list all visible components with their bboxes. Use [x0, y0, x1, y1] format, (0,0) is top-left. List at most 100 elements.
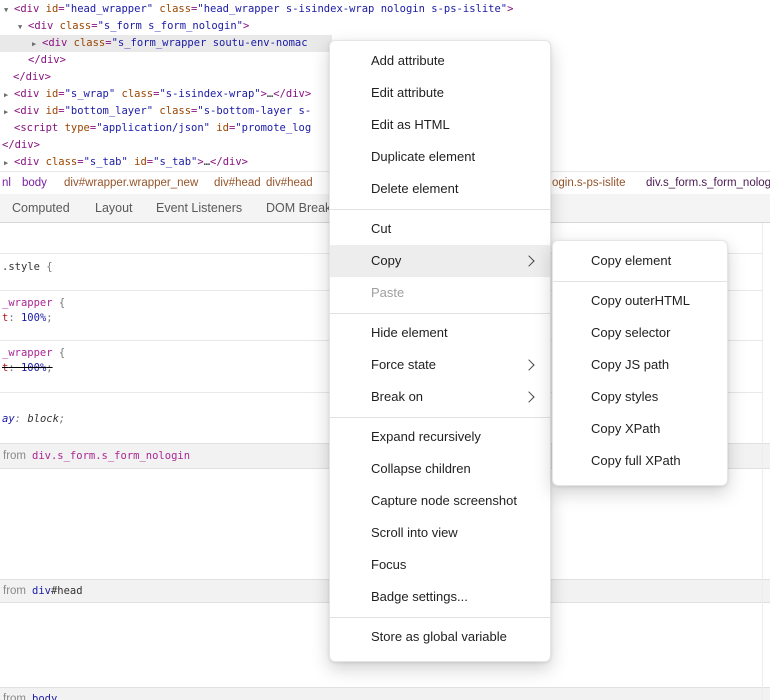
menu-item-paste[interactable]: Paste [330, 277, 550, 309]
menu-item-label: Copy XPath [591, 421, 660, 436]
node-markup: <div id="bottom_layer" class="s-bottom-l… [14, 103, 311, 120]
menu-item-break-on[interactable]: Break on [330, 381, 550, 413]
styles-pane-scroll-gutter[interactable] [762, 223, 763, 700]
menu-item-expand-recursively[interactable]: Expand recursively [330, 421, 550, 453]
menu-item-edit-attribute[interactable]: Edit attribute [330, 77, 550, 109]
menu-item-edit-as-html[interactable]: Edit as HTML [330, 109, 550, 141]
menu-item-badge-settings[interactable]: Badge settings... [330, 581, 550, 613]
t-text: </div> [210, 156, 248, 168]
css-rule-line[interactable]: _wrapper { [2, 346, 65, 361]
v-text: "s-isindex-wrap" [159, 88, 260, 100]
css-rule-line[interactable]: .style { [2, 260, 53, 275]
menu-item-label: Collapse children [371, 461, 471, 476]
menu-item-cut[interactable]: Cut [330, 213, 550, 245]
v-text: "s-bottom-layer s- [197, 105, 311, 117]
t-text: <div [14, 3, 39, 15]
a-text: class [153, 105, 191, 117]
menu-item-delete-element[interactable]: Delete element [330, 173, 550, 205]
t-text: </div> [273, 88, 311, 100]
breadcrumb-item-div-head[interactable]: div#head [266, 172, 313, 194]
v-text: "promote_log [235, 122, 311, 134]
dom-tree-row[interactable]: ▼<div class="s_form s_form_nologin"> [0, 18, 770, 35]
menu-item-label: Copy outerHTML [591, 293, 690, 308]
menu-item-capture-node-screenshot[interactable]: Capture node screenshot [330, 485, 550, 517]
plain-text: ; [59, 413, 65, 425]
menu-item-collapse-children[interactable]: Collapse children [330, 453, 550, 485]
plain-text: { [53, 297, 66, 309]
plain-text: : [15, 413, 28, 425]
menu-item-label: Store as global variable [371, 629, 507, 644]
v-text: "s_tab" [153, 156, 197, 168]
v-text: "head_wrapper s-isindex-wrap nologin s-p… [197, 3, 507, 15]
menu-item-label: Add attribute [371, 53, 445, 68]
t-text: </div> [2, 139, 40, 151]
breadcrumb-item-ogin-s-ps-islite[interactable]: ogin.s-ps-islite [552, 172, 626, 194]
expand-arrow-right-icon[interactable]: ▶ [4, 104, 8, 121]
menu-item-label: Duplicate element [371, 149, 475, 164]
expand-arrow-right-icon[interactable]: ▶ [4, 155, 8, 172]
tab-computed[interactable]: Computed [12, 194, 70, 222]
breadcrumb-item-body[interactable]: body [22, 172, 47, 194]
css-rule-line[interactable]: t: 100%; [2, 311, 53, 326]
menu-item-copy-selector[interactable]: Copy selector [553, 317, 727, 349]
menu-separator [553, 277, 727, 285]
breadcrumb-item-div-wrapper-wrapper-new[interactable]: div#wrapper.wrapper_new [64, 172, 198, 194]
menu-separator [330, 309, 550, 317]
menu-item-label: Hide element [371, 325, 448, 340]
menu-item-copy[interactable]: Copy [330, 245, 550, 277]
breadcrumb-item-div-s-form-s-form-nolog[interactable]: div.s_form.s_form_nolog [646, 172, 770, 194]
sel_pink-text: _wrapper [2, 347, 53, 359]
v-text: "head_wrapper" [65, 3, 154, 15]
menu-item-label: Badge settings... [371, 589, 468, 604]
inherited-from-node-link[interactable]: div#head [32, 585, 83, 597]
val_navy-text: div [32, 585, 51, 597]
copy-submenu: Copy element Copy outerHTML Copy selector C… [552, 240, 728, 486]
menu-item-store-as-global-variable[interactable]: Store as global variable [330, 621, 550, 653]
ink-text: block [27, 413, 59, 425]
t-text: > [507, 3, 513, 15]
css-rule-line[interactable]: _wrapper { [2, 296, 65, 311]
inherited-from-node-link[interactable]: div.s_form.s_form_nologin [32, 450, 190, 462]
menu-item-copy-full-xpath[interactable]: Copy full XPath [553, 445, 727, 477]
menu-item-copy-styles[interactable]: Copy styles [553, 381, 727, 413]
menu-item-copy-js-path[interactable]: Copy JS path [553, 349, 727, 381]
tab-event-listeners[interactable]: Event Listeners [156, 194, 242, 222]
val_navy-text: 100% [21, 362, 46, 374]
menu-item-copy-xpath[interactable]: Copy XPath [553, 413, 727, 445]
tab-layout[interactable]: Layout [95, 194, 133, 222]
menu-item-copy-element[interactable]: Copy element [553, 245, 727, 277]
menu-item-label: Copy JS path [591, 357, 669, 372]
a-text: type [58, 122, 90, 134]
breadcrumb-item-div-head[interactable]: div#head [214, 172, 261, 194]
expand-arrow-down-icon[interactable]: ▼ [4, 2, 8, 19]
menu-item-label: Copy selector [591, 325, 670, 340]
t-text: <div [28, 20, 53, 32]
expand-arrow-right-icon[interactable]: ▶ [32, 36, 36, 53]
menu-item-hide-element[interactable]: Hide element [330, 317, 550, 349]
menu-item-force-state[interactable]: Force state [330, 349, 550, 381]
node-markup: </div> [28, 52, 66, 69]
dom-tree-row[interactable]: ▼<div id="head_wrapper" class="head_wrap… [0, 1, 770, 18]
menu-item-label: Cut [371, 221, 391, 236]
css-rule-line[interactable]: ay: block; [2, 412, 65, 427]
inherited-from-label: from [3, 693, 26, 700]
chevron-right-icon [523, 391, 534, 402]
node-markup: </div> [2, 137, 40, 154]
inherited-from-label: from [3, 450, 26, 462]
expand-arrow-right-icon[interactable]: ▶ [4, 87, 8, 104]
inherited-from-node-link[interactable]: body [32, 693, 57, 700]
menu-item-scroll-into-view[interactable]: Scroll into view [330, 517, 550, 549]
menu-item-add-attribute[interactable]: Add attribute [330, 45, 550, 77]
menu-item-copy-outerhtml[interactable]: Copy outerHTML [553, 285, 727, 317]
plain-text: : [8, 312, 21, 324]
a-text: class [67, 37, 105, 49]
breadcrumb-item-nl[interactable]: nl [2, 172, 11, 194]
menu-separator [330, 613, 550, 621]
expand-arrow-down-icon[interactable]: ▼ [18, 19, 22, 36]
menu-separator [330, 205, 550, 213]
css-rule-line[interactable]: t: 100%; [2, 361, 53, 376]
menu-item-duplicate-element[interactable]: Duplicate element [330, 141, 550, 173]
menu-item-label: Break on [371, 389, 423, 404]
menu-item-focus[interactable]: Focus [330, 549, 550, 581]
v-text: "s_tab" [84, 156, 128, 168]
